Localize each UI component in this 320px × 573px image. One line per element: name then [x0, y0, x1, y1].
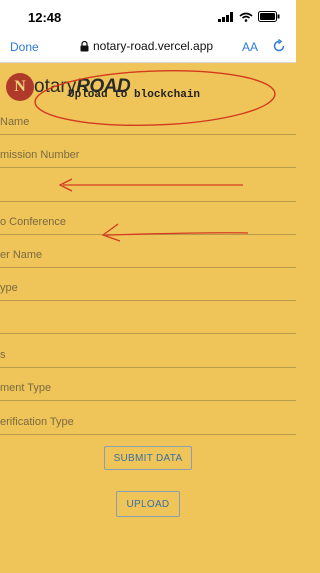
- page-content: N otaryROAD Upload to blockchain Name mi…: [0, 63, 296, 573]
- signal-icon: [218, 11, 233, 22]
- annotation-arrow-lower: [101, 223, 249, 242]
- battery-icon: [258, 11, 280, 22]
- url-bar[interactable]: notary-road.vercel.app: [80, 39, 213, 53]
- wifi-icon: [239, 12, 253, 22]
- reload-icon[interactable]: [272, 39, 286, 53]
- url-text: notary-road.vercel.app: [93, 39, 214, 53]
- status-bar: 12:48: [0, 0, 296, 34]
- done-button[interactable]: Done: [10, 40, 39, 54]
- text-size-button[interactable]: AA: [242, 40, 258, 54]
- status-icons: [218, 11, 280, 22]
- lock-icon: [80, 40, 89, 51]
- annotation-arrow-upper: [58, 178, 243, 192]
- browser-bar: Done notary-road.vercel.app AA: [0, 34, 296, 63]
- clock-time: 12:48: [28, 10, 62, 25]
- annotation-circle: [34, 69, 276, 127]
- red-annotations: [34, 69, 276, 242]
